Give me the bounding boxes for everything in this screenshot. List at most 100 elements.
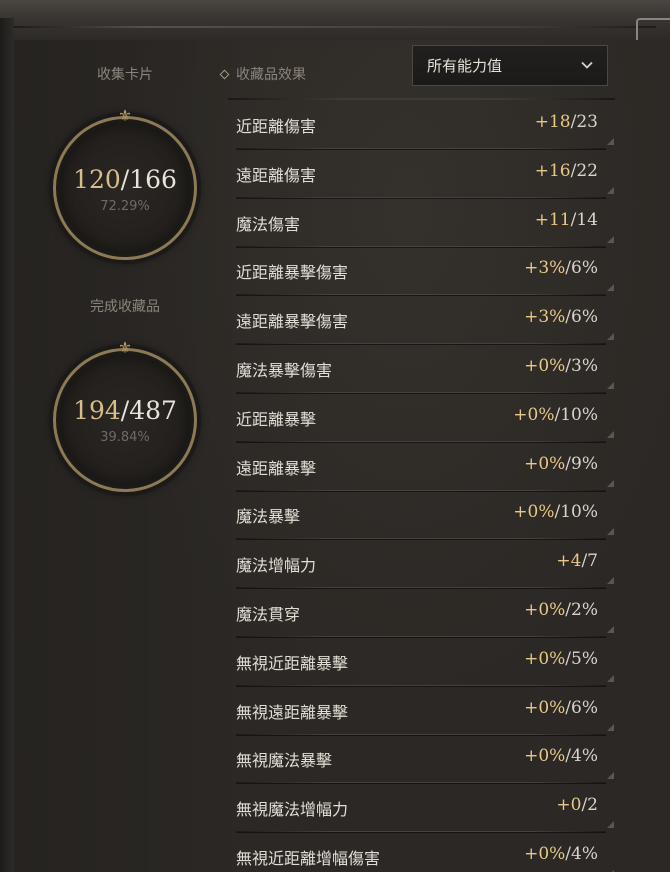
corner-triangle-icon	[607, 626, 614, 633]
fleur-ornament-icon: ⚜	[117, 338, 133, 357]
effect-current: +0%	[513, 502, 555, 523]
effect-row[interactable]: 魔法暴擊傷害 +0%/3%	[236, 344, 614, 394]
effect-label: 近距離暴擊	[236, 409, 317, 429]
stat-filter-value: 所有能力值	[427, 57, 503, 75]
effect-row[interactable]: 魔法傷害 +11/14	[236, 198, 614, 248]
effect-current: +0%	[513, 404, 555, 425]
chevron-down-icon	[581, 61, 593, 69]
effects-title-label: 收藏品效果	[236, 67, 306, 83]
corner-triangle-icon	[607, 284, 614, 292]
effect-current: +4	[556, 551, 582, 572]
corner-triangle-icon	[607, 577, 614, 585]
corner-triangle-icon	[607, 772, 614, 780]
effect-label: 無視魔法暴擊	[236, 751, 333, 771]
fleur-ornament-icon: ⚜	[117, 106, 133, 125]
left-border	[0, 18, 14, 872]
corner-triangle-icon	[607, 235, 614, 243]
effect-value: +0%/4%	[524, 746, 598, 766]
effect-max: /6%	[565, 697, 598, 718]
effect-row[interactable]: 無視魔法增幅力 +0/2	[236, 783, 614, 834]
effect-label: 近距離傷害	[236, 117, 317, 136]
cards-count: 120/166	[45, 165, 205, 194]
effect-value: +0%/2%	[524, 600, 598, 620]
effect-value: +18/23	[535, 112, 598, 132]
collection-separator: /	[120, 396, 130, 425]
effect-current: +3%	[524, 258, 566, 279]
effects-title: 收藏品效果	[219, 64, 306, 84]
effect-max: /6%	[565, 258, 598, 279]
effect-row[interactable]: 無視近距離暴擊 +0%/5%	[236, 637, 614, 687]
effect-label: 近距離暴擊傷害	[236, 263, 349, 283]
effect-row[interactable]: 遠距離暴擊 +0%/9%	[236, 442, 614, 492]
effect-max: /5%	[565, 648, 598, 669]
effect-row[interactable]: 遠距離暴擊傷害 +3%/6%	[236, 295, 614, 346]
effect-label: 魔法傷害	[236, 214, 301, 234]
effect-max: /3%	[565, 356, 598, 376]
effect-current: +0%	[524, 746, 566, 767]
effect-max: /10%	[554, 404, 598, 425]
effect-max: /7	[581, 551, 598, 572]
effect-row[interactable]: 魔法暴擊 +0%/10%	[236, 490, 614, 541]
effect-label: 魔法暴擊	[236, 507, 301, 527]
effect-label: 遠距離傷害	[236, 165, 317, 185]
effect-value: +0%/10%	[513, 502, 598, 522]
effect-row[interactable]: 無視近距離增幅傷害 +0%/4%	[236, 832, 614, 872]
effect-row[interactable]: 魔法增幅力 +4/7	[236, 539, 614, 590]
collection-count: 194/487	[45, 396, 205, 425]
effect-current: +3%	[524, 307, 566, 328]
effect-current: +18	[534, 112, 571, 132]
effect-max: /2%	[565, 600, 598, 620]
effect-row[interactable]: 近距離暴擊傷害 +3%/6%	[236, 246, 614, 297]
effect-row[interactable]: 無視遠距離暴擊 +0%/6%	[236, 686, 614, 736]
effect-label: 遠距離暴擊	[236, 458, 317, 478]
effect-max: /10%	[554, 502, 598, 523]
effect-label: 魔法暴擊傷害	[236, 361, 333, 380]
effect-current: +11	[534, 209, 571, 230]
effect-max: /22	[570, 160, 598, 181]
effect-label: 魔法增幅力	[236, 556, 317, 576]
effect-max: /6%	[565, 307, 598, 328]
top-border	[0, 0, 670, 42]
effect-current: +0%	[524, 356, 566, 376]
effect-max: /4%	[565, 746, 598, 767]
collection-label: 完成收藏品	[90, 299, 160, 315]
corner-triangle-icon	[607, 186, 614, 194]
effect-value: +11/14	[535, 210, 598, 230]
effect-row[interactable]: 近距離暴擊 +0%/10%	[236, 393, 614, 443]
stat-filter-dropdown[interactable]: 所有能力值	[412, 45, 608, 86]
effect-row[interactable]: 魔法貫穿 +0%/2%	[236, 588, 614, 638]
effect-label: 無視近距離暴擊	[236, 653, 349, 673]
cards-percent: 72.29%	[100, 199, 150, 214]
corner-triangle-icon	[607, 723, 614, 731]
corner-triangle-icon	[607, 138, 614, 145]
collection-percent: 39.84%	[100, 430, 150, 445]
effect-row[interactable]: 無視魔法暴擊 +0%/4%	[236, 734, 614, 785]
corner-triangle-icon	[607, 528, 614, 536]
effect-max: /2	[581, 795, 598, 816]
effect-value: +0%/5%	[524, 649, 598, 669]
effect-value: +0/2	[556, 795, 598, 815]
collection-total: 487	[129, 396, 177, 425]
effect-max: /4%	[565, 844, 598, 864]
effect-value: +0%/3%	[524, 356, 598, 376]
corner-ornament	[636, 18, 670, 40]
cards-separator: /	[120, 165, 130, 194]
corner-triangle-icon	[607, 333, 614, 341]
corner-triangle-icon	[607, 430, 614, 438]
effect-max: /14	[570, 209, 598, 230]
cards-current: 120	[73, 165, 121, 194]
effect-value: +0%/9%	[524, 454, 598, 474]
effect-row[interactable]: 遠距離傷害 +16/22	[236, 149, 614, 199]
effect-label: 無視魔法增幅力	[236, 800, 349, 820]
effect-label: 無視遠距離暴擊	[236, 702, 349, 722]
diamond-icon	[219, 69, 230, 79]
effect-current: +16	[534, 160, 571, 181]
effect-row[interactable]: 近距離傷害 +18/23	[236, 100, 614, 150]
collection-current: 194	[73, 396, 121, 425]
cards-total: 166	[129, 165, 177, 194]
effect-value: +0%/4%	[524, 844, 598, 864]
effect-value: +3%/6%	[524, 307, 598, 327]
effect-label: 無視近距離增幅傷害	[236, 849, 381, 868]
corner-triangle-icon	[607, 674, 614, 682]
effect-current: +0	[556, 795, 582, 816]
